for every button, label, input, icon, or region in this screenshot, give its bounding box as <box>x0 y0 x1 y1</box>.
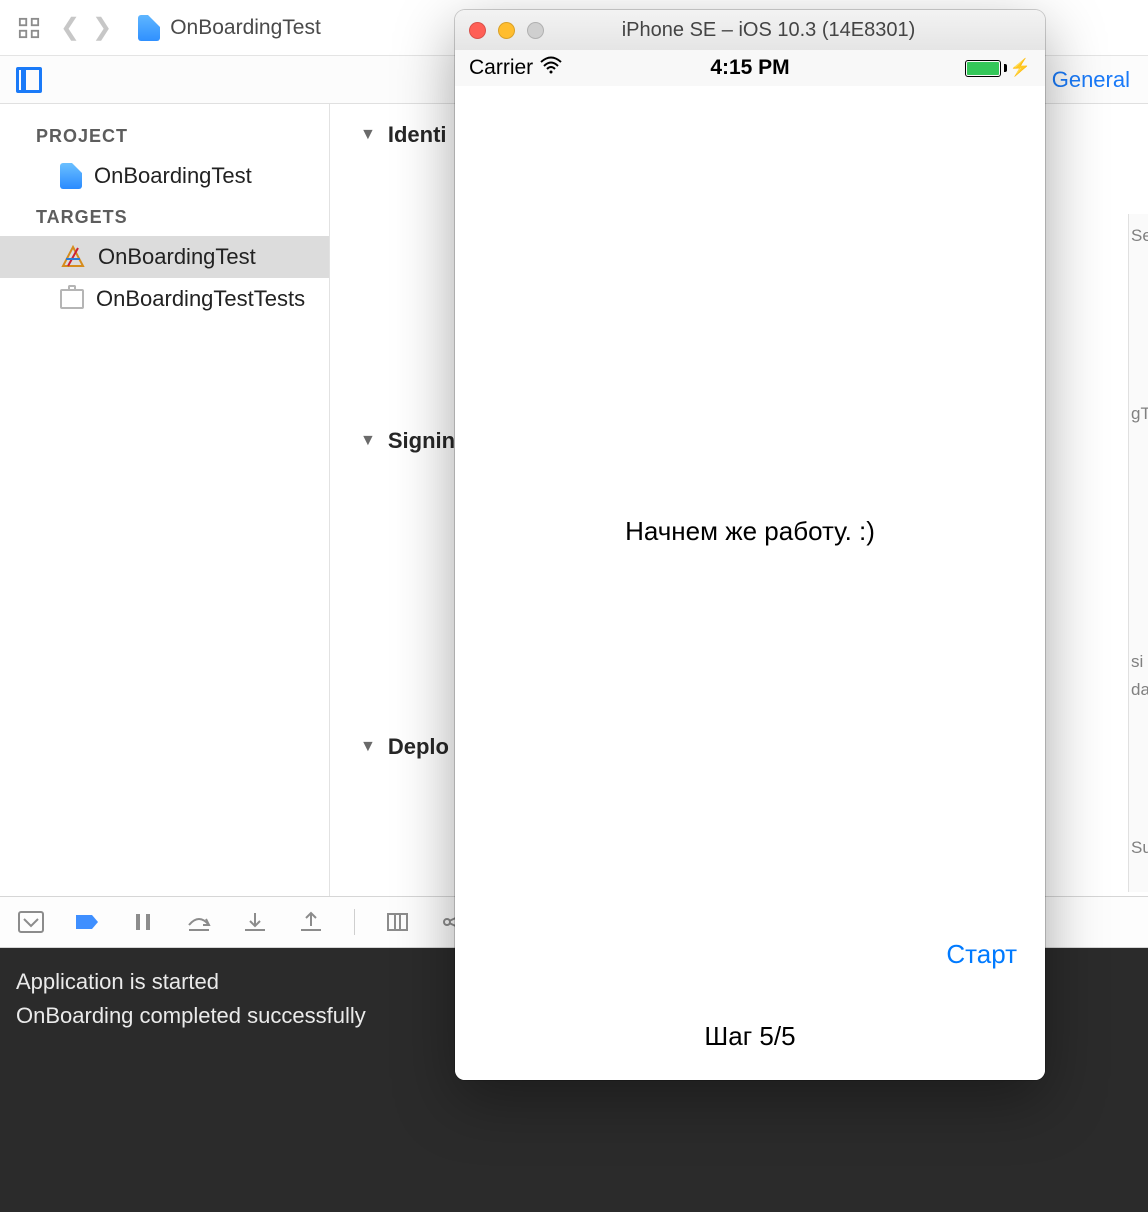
frag-c: si <box>1129 648 1148 676</box>
breadcrumb-title[interactable]: OnBoardingTest <box>170 16 321 40</box>
targets-heading: TARGETS <box>0 197 329 236</box>
project-file-icon <box>138 15 160 41</box>
console-line-2: OnBoarding completed successfully <box>16 1003 366 1028</box>
inspector-edge: Se gT si da Su <box>1128 214 1148 892</box>
section-deploy-label: Deplo <box>388 734 449 760</box>
frag-d: da <box>1129 676 1148 704</box>
battery-icon <box>965 60 1001 77</box>
section-identity-label: Identi <box>388 122 447 148</box>
step-over-icon[interactable] <box>186 911 212 933</box>
target-app-label: OnBoardingTest <box>98 244 256 270</box>
test-target-icon <box>60 289 84 309</box>
target-app-item[interactable]: OnBoardingTest <box>0 236 329 278</box>
target-tests-label: OnBoardingTestTests <box>96 286 305 312</box>
simulator-title: iPhone SE – iOS 10.3 (14E8301) <box>566 19 971 42</box>
related-items-icon[interactable] <box>18 17 40 39</box>
nav-back-icon[interactable]: ❮ <box>60 13 80 42</box>
ios-statusbar: Carrier 4:15 PM ⚡ <box>455 50 1045 86</box>
app-target-icon <box>60 244 86 270</box>
zoom-window-button[interactable] <box>527 22 544 39</box>
sidebar-toggle-icon[interactable] <box>16 67 42 93</box>
disclosure-triangle-icon[interactable]: ▼ <box>360 432 376 450</box>
tab-general[interactable]: General <box>1052 67 1130 93</box>
battery-indicator: ⚡ <box>965 58 1031 78</box>
step-out-icon[interactable] <box>298 911 324 933</box>
pause-icon[interactable] <box>130 911 156 933</box>
project-item-label: OnBoardingTest <box>94 163 252 189</box>
project-item[interactable]: OnBoardingTest <box>0 155 329 197</box>
toggle-debug-icon[interactable] <box>18 911 44 933</box>
battery-cap-icon <box>1004 64 1007 72</box>
project-icon <box>60 163 82 189</box>
carrier-label: Carrier <box>469 56 533 80</box>
traffic-lights <box>469 22 544 39</box>
charging-icon: ⚡ <box>1010 58 1031 78</box>
simulator-window: iPhone SE – iOS 10.3 (14E8301) Carrier 4… <box>455 10 1045 1080</box>
console-line-1: Application is started <box>16 969 219 994</box>
frag-b: gT <box>1129 400 1148 428</box>
start-button[interactable]: Старт <box>946 939 1017 970</box>
app-screen: Начнем же работу. :) Старт Шаг 5/5 <box>455 86 1045 1080</box>
disclosure-triangle-icon[interactable]: ▼ <box>360 738 376 756</box>
step-into-icon[interactable] <box>242 911 268 933</box>
nav-forward-icon[interactable]: ❯ <box>92 13 112 42</box>
close-window-button[interactable] <box>469 22 486 39</box>
minimize-window-button[interactable] <box>498 22 515 39</box>
frag-e: Su <box>1129 834 1148 862</box>
frag-a: Se <box>1129 222 1148 250</box>
breakpoint-icon[interactable] <box>74 911 100 933</box>
step-indicator: Шаг 5/5 <box>455 1021 1045 1052</box>
project-heading: PROJECT <box>0 116 329 155</box>
target-tests-item[interactable]: OnBoardingTestTests <box>0 278 329 320</box>
disclosure-triangle-icon[interactable]: ▼ <box>360 126 376 144</box>
divider <box>354 909 355 935</box>
statusbar-time: 4:15 PM <box>710 56 789 80</box>
view-debugger-icon[interactable] <box>385 911 411 933</box>
wifi-icon <box>539 56 563 80</box>
onboarding-headline: Начнем же работу. :) <box>455 516 1045 547</box>
simulator-titlebar[interactable]: iPhone SE – iOS 10.3 (14E8301) <box>455 10 1045 50</box>
section-signing-label: Signin <box>388 428 455 454</box>
